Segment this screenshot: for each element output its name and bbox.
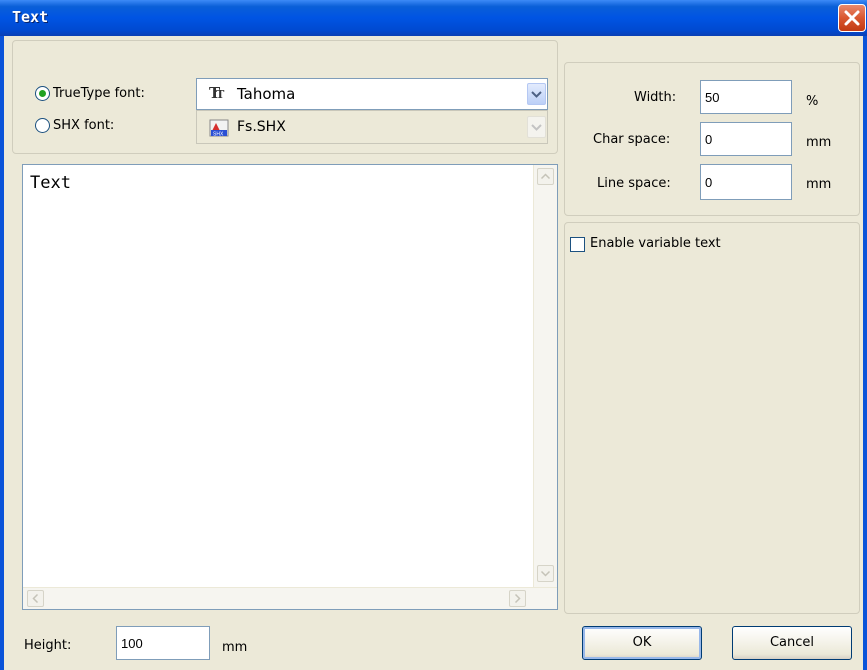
width-input[interactable] xyxy=(700,80,792,114)
cancel-button[interactable]: Cancel xyxy=(732,626,852,660)
shx-font-label[interactable]: SHX font: xyxy=(53,118,114,133)
chevron-down-icon xyxy=(531,124,542,131)
close-button[interactable] xyxy=(838,4,866,32)
chevron-down-icon xyxy=(540,570,551,577)
truetype-font-label[interactable]: TrueType font: xyxy=(53,86,145,101)
truetype-font-icon: TT xyxy=(209,84,225,102)
char-space-unit: mm xyxy=(806,135,832,150)
truetype-font-select[interactable]: TT Tahoma xyxy=(196,78,548,110)
vertical-scrollbar[interactable] xyxy=(533,165,557,587)
width-label: Width: xyxy=(634,90,677,105)
enable-variable-text-checkbox[interactable] xyxy=(570,237,585,252)
height-label: Height: xyxy=(24,638,72,653)
svg-text:SHX: SHX xyxy=(213,132,224,138)
line-space-label: Line space: xyxy=(597,176,671,191)
truetype-font-radio[interactable] xyxy=(35,86,50,101)
scroll-down-button[interactable] xyxy=(537,565,554,582)
variable-text-panel xyxy=(564,222,860,614)
height-unit: mm xyxy=(222,640,248,655)
text-editor[interactable]: Text xyxy=(22,164,558,610)
enable-variable-text-label[interactable]: Enable variable text xyxy=(590,236,721,251)
line-space-unit: mm xyxy=(806,177,832,192)
scroll-up-button[interactable] xyxy=(537,168,554,185)
close-icon xyxy=(844,10,860,26)
char-space-label: Char space: xyxy=(593,132,671,147)
chevron-left-icon xyxy=(32,593,39,604)
text-editor-content[interactable]: Text xyxy=(30,173,71,193)
height-input[interactable] xyxy=(116,626,210,660)
window-title: Text xyxy=(12,8,49,26)
char-space-input[interactable] xyxy=(700,122,792,156)
chevron-down-icon xyxy=(531,91,542,98)
shx-font-value: Fs.SHX xyxy=(237,119,286,135)
shx-font-icon: SHX xyxy=(209,119,229,141)
shx-dropdown-button[interactable] xyxy=(527,116,546,138)
window-frame-right xyxy=(863,36,867,670)
line-space-input[interactable] xyxy=(700,164,792,200)
shx-font-radio[interactable] xyxy=(35,118,50,133)
shx-font-select[interactable]: SHX Fs.SHX xyxy=(196,110,548,144)
truetype-dropdown-button[interactable] xyxy=(527,83,546,105)
truetype-font-value: Tahoma xyxy=(237,85,296,103)
title-bar[interactable]: Text xyxy=(0,0,867,36)
chevron-up-icon xyxy=(540,173,551,180)
window-frame-left xyxy=(0,36,4,670)
horizontal-scrollbar[interactable] xyxy=(23,587,557,609)
chevron-right-icon xyxy=(514,593,521,604)
width-unit: % xyxy=(806,94,819,109)
ok-button[interactable]: OK xyxy=(582,626,702,660)
scroll-right-button[interactable] xyxy=(509,590,526,607)
scroll-left-button[interactable] xyxy=(27,590,44,607)
